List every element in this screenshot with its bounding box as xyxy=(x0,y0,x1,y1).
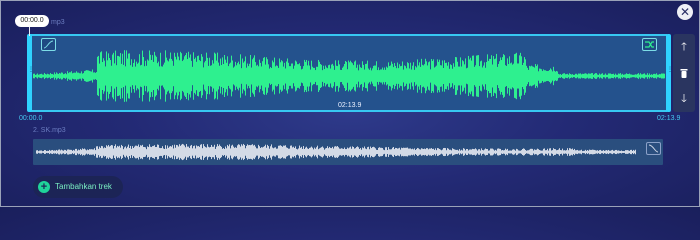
track-2-waveform xyxy=(36,143,636,161)
crossfade-icon xyxy=(645,41,654,48)
track-1-waveform xyxy=(33,50,665,102)
add-track-button[interactable]: + Tambahkan trek xyxy=(33,176,123,198)
trash-icon xyxy=(680,69,688,78)
grip-icon: ⋮ xyxy=(667,67,673,73)
fade-in-button[interactable] xyxy=(41,38,56,51)
arrow-up-icon: 🡑 xyxy=(681,41,687,53)
plus-circle-icon: + xyxy=(38,181,50,193)
fade-in-icon xyxy=(43,40,54,49)
close-button[interactable]: ✕ xyxy=(677,4,693,20)
grip-icon: ⋮ xyxy=(28,67,34,73)
track-2-name: 2. SK.mp3 xyxy=(33,127,66,134)
track-actions-panel: 🡑 🡓 xyxy=(673,34,695,112)
move-down-button[interactable]: 🡓 xyxy=(673,89,695,109)
arrow-down-icon: 🡓 xyxy=(681,93,687,105)
close-icon: ✕ xyxy=(679,5,691,19)
track-1-duration: 02:13.9 xyxy=(338,102,362,109)
move-up-button[interactable]: 🡑 xyxy=(673,37,695,57)
track-1-start-time: 00:00.0 xyxy=(19,115,43,122)
track-1-name: mp3 xyxy=(51,19,65,26)
track-1-end-time: 02:13.9 xyxy=(657,115,681,122)
fade-out-icon xyxy=(648,144,659,153)
track-1-trim-end-handle[interactable]: ⋮ xyxy=(666,34,673,112)
delete-track-button[interactable] xyxy=(673,63,695,83)
fade-out-button[interactable] xyxy=(646,142,661,155)
add-track-label: Tambahkan trek xyxy=(55,182,112,191)
track-1-trim-start-handle[interactable]: ⋮ xyxy=(27,34,34,112)
playhead-time[interactable]: 00:00.0 xyxy=(15,15,49,27)
crossfade-button[interactable] xyxy=(642,38,657,51)
